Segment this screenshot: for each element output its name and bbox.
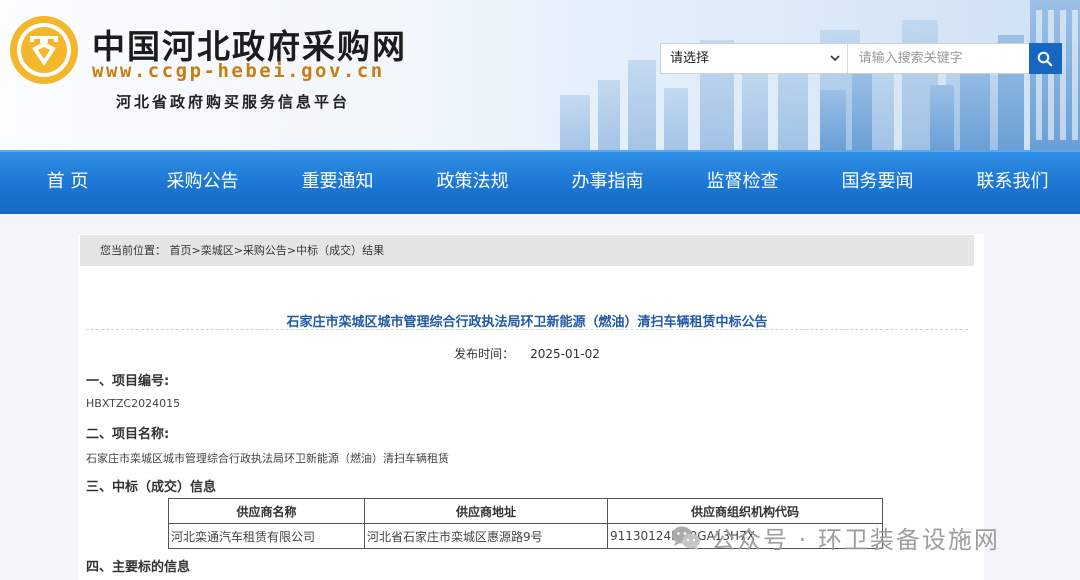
breadcrumb-sep: > (191, 244, 201, 257)
search-button[interactable] (1028, 43, 1062, 74)
article-title: 石家庄市栾城区城市管理综合行政执法局环卫新能源（燃油）清扫车辆租赁中标公告 (286, 315, 768, 330)
column-header-supplier-address: 供应商地址 (364, 498, 608, 524)
column-header-supplier-name: 供应商名称 (168, 498, 365, 524)
publish-date-value: 2025-01-02 (530, 347, 600, 361)
nav-item-important-notices[interactable]: 重要通知 (270, 152, 405, 214)
breadcrumb-sep: > (286, 244, 297, 257)
search-category-select[interactable]: 请选择 (661, 44, 848, 73)
search-bar: 请选择 (660, 43, 1062, 74)
chevron-down-icon (830, 55, 840, 62)
wechat-icon (672, 526, 700, 550)
nav-item-policies[interactable]: 政策法规 (405, 152, 540, 214)
city-skyline-graphic (560, 0, 1080, 150)
nav-item-home[interactable]: 首 页 (0, 152, 135, 214)
nav-item-guide[interactable]: 办事指南 (540, 152, 675, 214)
nav-item-state-news[interactable]: 国务要闻 (810, 152, 945, 214)
section-winner-heading: 三、中标（成交）信息 (86, 480, 217, 495)
main-nav: 首 页 采购公告 重要通知 政策法规 办事指南 监督检查 国务要闻 联系我们 (0, 150, 1080, 214)
title-divider (86, 329, 968, 330)
supplier-address: 河北省石家庄市栾城区惠源路9号 (364, 523, 608, 549)
section-project-number-heading: 一、项目编号: (86, 374, 170, 389)
site-header: 中国河北政府采购网 www.ccgp-hebei.gov.cn 河北省政府购买服… (0, 0, 1080, 150)
breadcrumb-category[interactable]: 采购公告 (243, 244, 287, 257)
breadcrumb-district[interactable]: 栾城区 (201, 244, 234, 257)
section-project-name-heading: 二、项目名称: (86, 427, 170, 442)
wechat-watermark: 公众号 · 环卫装备设施网 (671, 520, 1000, 555)
breadcrumb-current: 中标（成交）结果 (296, 244, 385, 257)
breadcrumb-home[interactable]: 首页 (170, 244, 192, 257)
breadcrumb: 您当前位置： 首页>栾城区>采购公告>中标（成交）结果 (80, 235, 974, 266)
publish-date: 发布时间： 2025-01-02 (86, 345, 968, 362)
search-icon (1038, 51, 1053, 66)
nav-item-supervision[interactable]: 监督检查 (675, 152, 810, 214)
project-name: 石家庄市栾城区城市管理综合行政执法局环卫新能源（燃油）清扫车辆租赁 (86, 452, 449, 465)
project-number: HBXTZC2024015 (86, 397, 181, 410)
breadcrumb-prefix: 您当前位置： (100, 244, 166, 257)
nav-item-procurement-notices[interactable]: 采购公告 (135, 152, 270, 214)
publish-date-label: 发布时间： (454, 347, 515, 361)
supplier-name: 河北栾通汽车租赁有限公司 (168, 523, 365, 549)
site-url: www.ccgp-hebei.gov.cn (92, 60, 385, 82)
search-input[interactable] (847, 44, 1029, 73)
search-select-value: 请选择 (670, 51, 710, 66)
breadcrumb-sep: > (233, 244, 243, 257)
site-slogan: 河北省政府购买服务信息平台 (116, 93, 351, 111)
emblem-logo (10, 16, 78, 84)
content-area: 您当前位置： 首页>栾城区>采购公告>中标（成交）结果 石家庄市栾城区城市管理综… (0, 214, 1080, 580)
nav-item-contact[interactable]: 联系我们 (945, 152, 1080, 214)
watermark-text: 公众号 · 环卫装备设施网 (711, 526, 1000, 554)
section-main-items-heading: 四、主要标的信息 (86, 560, 191, 575)
